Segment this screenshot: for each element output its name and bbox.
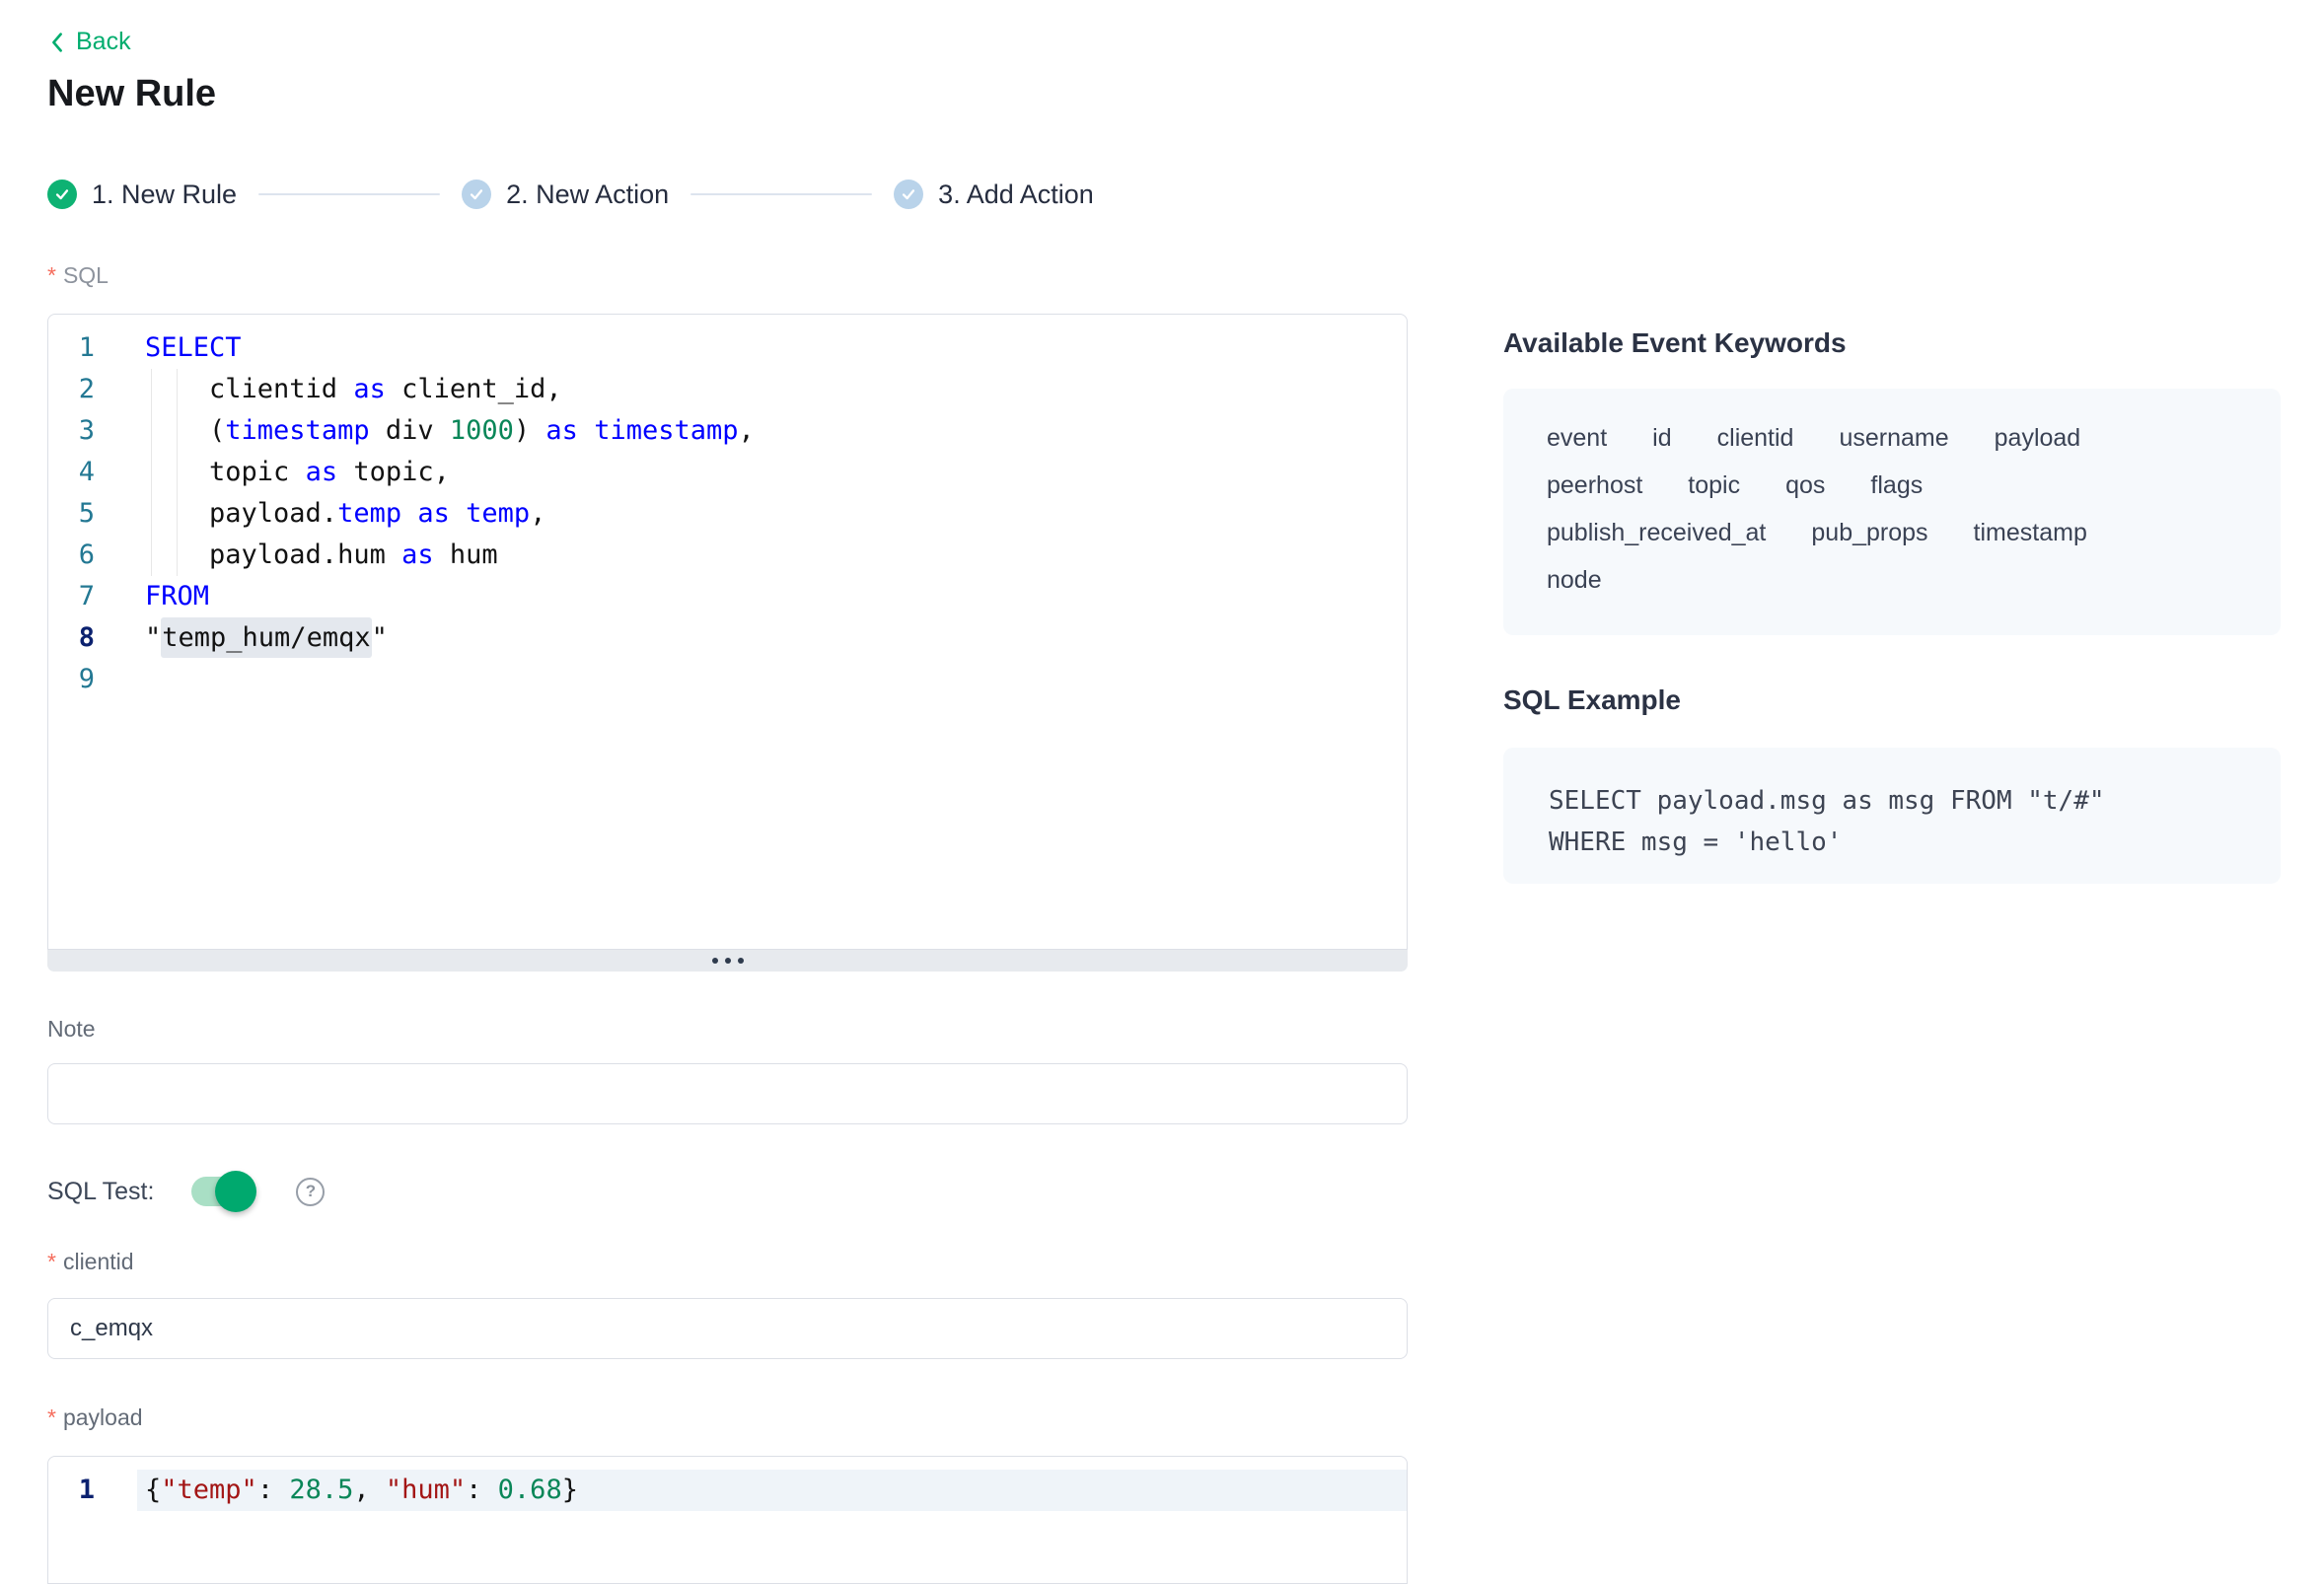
event-keyword: timestamp [1974,521,2087,545]
clientid-field-label: *clientid [47,1249,134,1275]
step-label: 1. New Rule [92,180,237,210]
keyword-row: publish_received_at pub_props timestamp [1547,521,2237,545]
page-title: New Rule [47,73,216,115]
line-number: 7 [48,576,95,617]
keyword-row: node [1547,568,2237,593]
payload-code-editor[interactable]: 1{"temp": 28.5, "hum": 0.68} [47,1456,1408,1584]
line-number: 9 [48,659,95,700]
line-number: 4 [48,452,95,493]
code-line: 5 payload.temp as temp, [48,493,1407,535]
event-keyword: payload [1995,426,2081,451]
step-connector [258,193,440,195]
back-label: Back [76,28,131,56]
sql-example-line: WHERE msg = 'hello' [1549,822,2235,863]
line-number: 6 [48,535,95,576]
line-number: 3 [48,410,95,452]
code-line: 6 payload.hum as hum [48,535,1407,576]
event-keyword: peerhost [1547,473,1642,498]
required-mark: * [47,1404,56,1430]
check-icon [47,180,77,209]
line-number: 1 [48,327,95,369]
sql-field-label: *SQL [47,262,109,289]
sql-test-toggle[interactable] [191,1177,254,1206]
event-keyword: flags [1870,473,1923,498]
editor-resize-handle[interactable] [47,950,1408,972]
code-line: 1SELECT [48,327,1407,369]
line-number: 2 [48,369,95,410]
step-label: 2. New Action [506,180,669,210]
keyword-row: peerhost topic qos flags [1547,473,2237,498]
line-number: 5 [48,493,95,535]
step-connector [690,193,872,195]
check-icon [462,180,491,209]
code-line: 8"temp_hum/emqx" [48,617,1407,659]
event-keyword: pub_props [1811,521,1927,545]
event-keyword: publish_received_at [1547,521,1766,545]
code-line: 3 (timestamp div 1000) as timestamp, [48,410,1407,452]
step-new-rule[interactable]: 1. New Rule [47,180,237,210]
code-line: 4 topic as topic, [48,452,1407,493]
required-mark: * [47,262,56,288]
code-line: 2 clientid as client_id, [48,369,1407,410]
chevron-left-icon [47,31,67,54]
step-add-action[interactable]: 3. Add Action [894,180,1094,210]
step-new-action[interactable]: 2. New Action [462,180,669,210]
event-keyword: clientid [1717,426,1794,451]
event-keyword: id [1652,426,1671,451]
event-keyword: event [1547,426,1607,451]
event-keywords-title: Available Event Keywords [1503,327,1847,359]
sql-test-row: SQL Test: ? [47,1170,325,1213]
sql-example-line: SELECT payload.msg as msg FROM "t/#" [1549,780,2235,822]
step-label: 3. Add Action [938,180,1094,210]
help-icon[interactable]: ? [296,1178,325,1206]
resize-dots-icon [712,958,718,964]
event-keywords-panel: event id clientid username payload peerhost to… [1503,389,2281,635]
stepper: 1. New Rule 2. New Action 3. Add Action [47,178,1094,211]
sql-test-label: SQL Test: [47,1178,154,1206]
event-keyword: node [1547,568,1602,593]
note-input[interactable] [47,1063,1408,1124]
toggle-knob [215,1171,256,1212]
event-keyword: username [1839,426,1948,451]
sql-example-title: SQL Example [1503,684,1681,716]
line-number: 8 [48,617,95,659]
required-mark: * [47,1249,56,1274]
line-number: 1 [48,1470,95,1511]
sql-code-editor[interactable]: 1SELECT2 clientid as client_id,3 (timest… [47,314,1408,950]
keyword-row: event id clientid username payload [1547,426,2237,451]
note-field-label: Note [47,1016,96,1043]
event-keyword: qos [1785,473,1825,498]
event-keyword: topic [1688,473,1740,498]
back-button[interactable]: Back [47,28,131,56]
code-line: 1{"temp": 28.5, "hum": 0.68} [48,1470,1407,1511]
sql-example-panel: SELECT payload.msg as msg FROM "t/#"WHER… [1503,748,2281,884]
check-icon [894,180,923,209]
code-line: 7FROM [48,576,1407,617]
clientid-input[interactable] [47,1298,1408,1359]
payload-field-label: *payload [47,1404,143,1431]
code-line: 9 [48,659,1407,700]
